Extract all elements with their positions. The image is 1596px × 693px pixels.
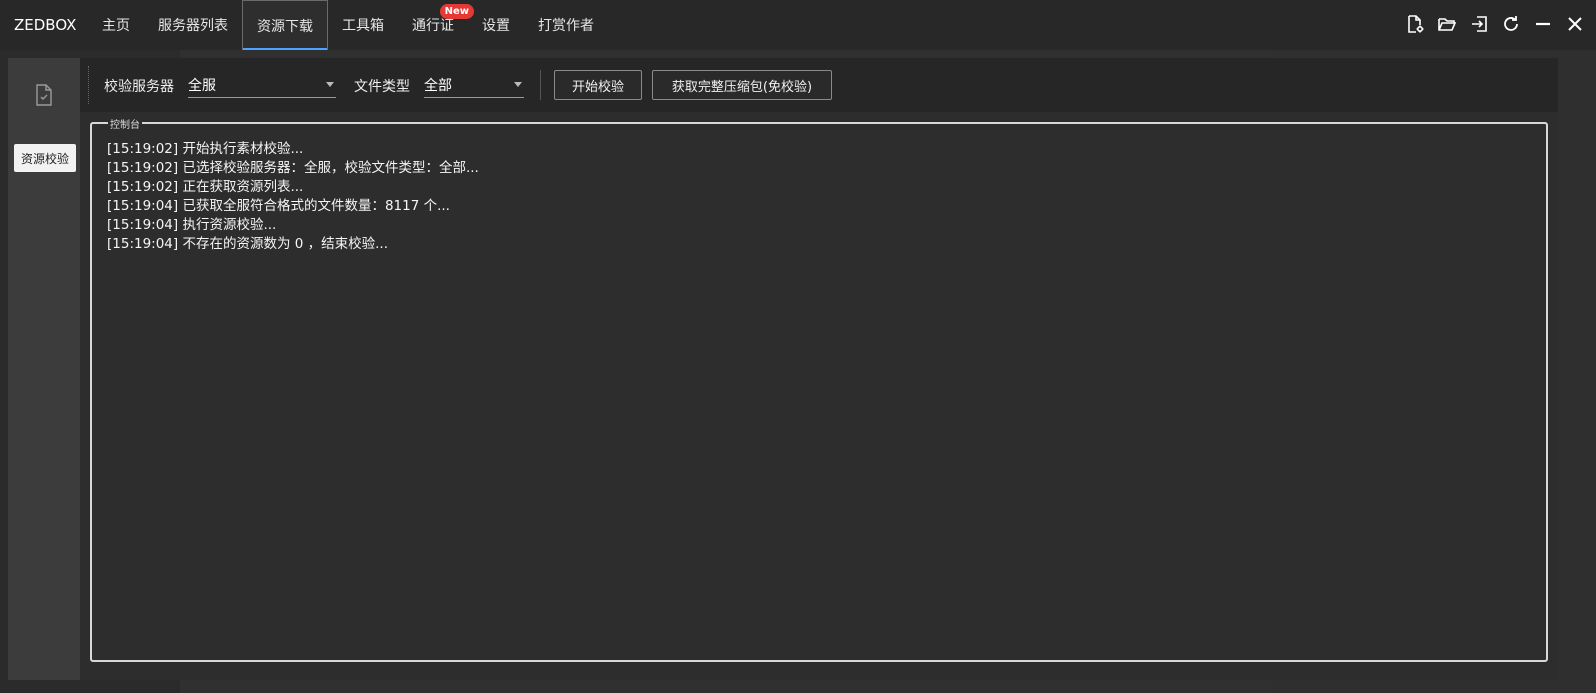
minimize-icon[interactable] bbox=[1532, 12, 1554, 36]
get-full-package-button[interactable]: 获取完整压缩包(免校验) bbox=[652, 70, 832, 100]
server-label: 校验服务器 bbox=[104, 79, 174, 95]
tab-settings[interactable]: 设置 bbox=[468, 0, 524, 50]
folder-open-icon[interactable] bbox=[1436, 12, 1458, 36]
refresh-icon[interactable] bbox=[1500, 12, 1522, 36]
console-log: [15:19:02] 开始执行素材校验... [15:19:02] 已选择校验服… bbox=[107, 140, 479, 254]
tab-label: 设置 bbox=[482, 18, 510, 34]
chevron-down-icon bbox=[514, 82, 522, 87]
filetype-select-value: 全部 bbox=[424, 77, 452, 94]
main-panel: 校验服务器 全服 文件类型 全部 开始校验 获取完整压缩包(免校验) 控制台 [… bbox=[80, 58, 1558, 680]
tab-label: 工具箱 bbox=[342, 18, 384, 34]
tab-donate[interactable]: 打赏作者 bbox=[524, 0, 608, 50]
tab-toolbox[interactable]: 工具箱 bbox=[328, 0, 398, 50]
tab-label: 服务器列表 bbox=[158, 18, 228, 34]
app-brand: ZEDBOX bbox=[14, 16, 77, 34]
log-line: [15:19:04] 已获取全服符合格式的文件数量：8117 个... bbox=[107, 198, 450, 214]
filetype-label: 文件类型 bbox=[354, 79, 410, 95]
close-icon[interactable] bbox=[1564, 12, 1586, 36]
resource-check-button[interactable]: 资源校验 bbox=[14, 144, 76, 172]
log-line: [15:19:04] 执行资源校验... bbox=[107, 217, 277, 233]
log-line: [15:19:02] 开始执行素材校验... bbox=[107, 141, 304, 157]
tab-pass[interactable]: 通行证 New bbox=[398, 0, 474, 50]
chevron-down-icon bbox=[326, 82, 334, 87]
log-line: [15:19:02] 已选择校验服务器：全服，校验文件类型：全部... bbox=[107, 160, 479, 176]
console-panel: 控制台 [15:19:02] 开始执行素材校验... [15:19:02] 已选… bbox=[90, 116, 1548, 662]
file-settings-icon[interactable] bbox=[1404, 12, 1426, 36]
tab-label: 资源下载 bbox=[257, 18, 313, 35]
log-line: [15:19:02] 正在获取资源列表... bbox=[107, 179, 304, 195]
start-check-button[interactable]: 开始校验 bbox=[554, 70, 642, 100]
window-controls bbox=[1404, 12, 1586, 36]
left-sidebar: 资源校验 bbox=[8, 58, 80, 680]
tab-home[interactable]: 主页 bbox=[88, 0, 144, 50]
tab-label: 主页 bbox=[102, 18, 130, 34]
server-select[interactable]: 全服 bbox=[188, 72, 336, 98]
log-line: [15:19:04] 不存在的资源数为 0 ，结束校验... bbox=[107, 236, 389, 252]
filetype-select[interactable]: 全部 bbox=[424, 72, 524, 98]
toolbar-divider bbox=[540, 70, 541, 100]
tab-server-list[interactable]: 服务器列表 bbox=[144, 0, 242, 50]
top-bar: ZEDBOX 主页 服务器列表 资源下载 工具箱 通行证 New 设置 打赏作者 bbox=[0, 0, 1596, 50]
exit-icon[interactable] bbox=[1468, 12, 1490, 36]
console-title: 控制台 bbox=[108, 116, 142, 131]
toolbar-grip bbox=[88, 66, 90, 104]
server-select-value: 全服 bbox=[188, 77, 216, 94]
tab-label: 打赏作者 bbox=[538, 18, 594, 34]
nav-tabs: 主页 服务器列表 资源下载 工具箱 通行证 New 设置 打赏作者 bbox=[88, 0, 608, 50]
tab-resource-download[interactable]: 资源下载 bbox=[242, 0, 328, 50]
toolbar: 校验服务器 全服 文件类型 全部 开始校验 获取完整压缩包(免校验) bbox=[80, 58, 1558, 112]
document-check-icon[interactable] bbox=[34, 84, 54, 106]
